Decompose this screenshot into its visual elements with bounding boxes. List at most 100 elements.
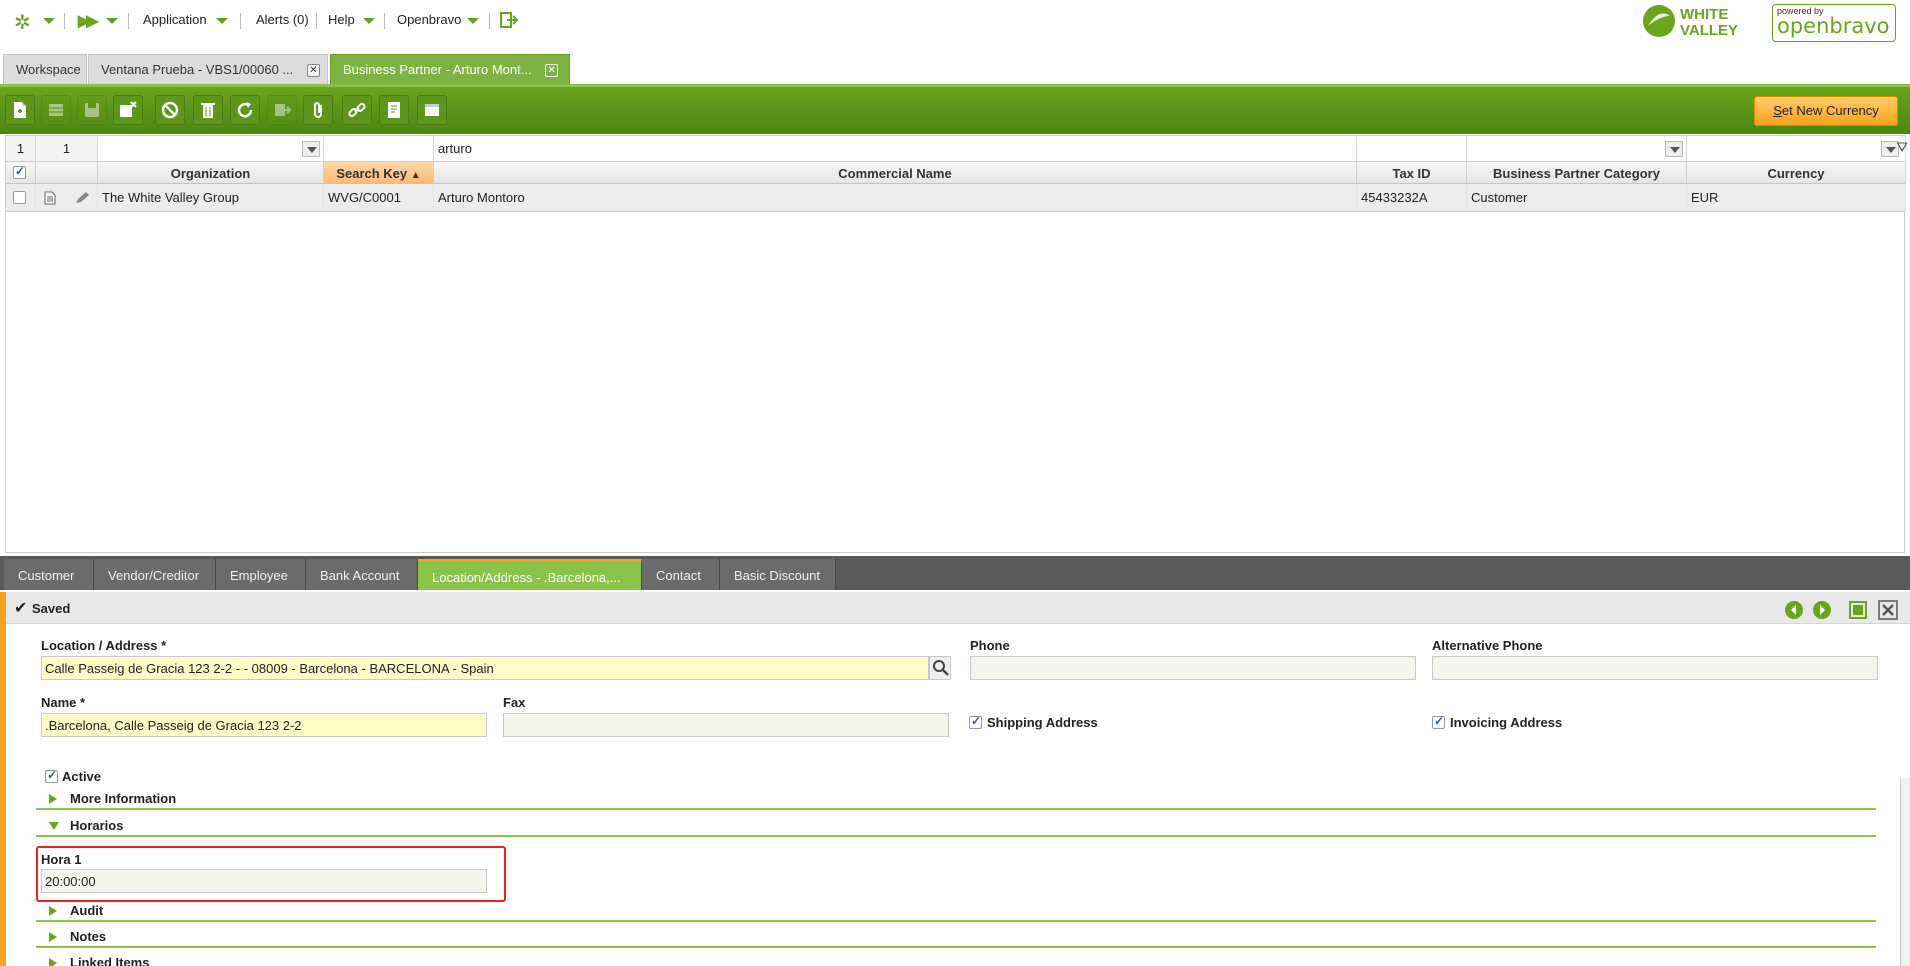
section-horarios[interactable]: Horarios bbox=[36, 815, 1876, 837]
name-label: Name * bbox=[41, 695, 86, 710]
fax-input[interactable] bbox=[503, 713, 949, 737]
row-select-cell[interactable] bbox=[6, 184, 36, 212]
form-view-button[interactable] bbox=[417, 95, 447, 125]
quick-launch-chevron-down-icon[interactable] bbox=[43, 18, 55, 24]
tab-label: Business Partner - Arturo Mont... bbox=[343, 62, 532, 77]
section-linked-items[interactable]: Linked Items bbox=[36, 952, 1876, 966]
alerts-link[interactable]: Alerts (0) bbox=[256, 12, 309, 27]
tab-label: Ventana Prueba - VBS1/00060 ... bbox=[101, 62, 294, 77]
set-new-currency-prefix: S bbox=[1773, 103, 1782, 118]
next-record-icon[interactable] bbox=[1812, 600, 1832, 620]
subtab-contact[interactable]: Contact bbox=[642, 559, 720, 590]
section-label: Horarios bbox=[70, 818, 124, 833]
shipping-address-label: Shipping Address bbox=[987, 715, 1098, 730]
close-icon[interactable]: ✕ bbox=[545, 64, 559, 77]
separator bbox=[384, 13, 385, 29]
help-menu[interactable]: Help bbox=[328, 12, 355, 27]
openbravo-chevron-down-icon[interactable] bbox=[467, 18, 479, 24]
quick-launch-icon[interactable]: ✲ bbox=[14, 10, 31, 35]
separator bbox=[316, 13, 317, 29]
export-icon bbox=[275, 104, 292, 116]
application-chevron-down-icon[interactable] bbox=[216, 18, 228, 24]
location-input[interactable]: Calle Passeig de Gracia 123 2-2 - - 0800… bbox=[41, 656, 929, 680]
subtab-employee[interactable]: Employee bbox=[216, 559, 306, 590]
filter-organization[interactable] bbox=[98, 136, 324, 162]
invoicing-address-checkbox[interactable] bbox=[1432, 714, 1445, 729]
save-button[interactable] bbox=[77, 95, 107, 125]
delete-button[interactable] bbox=[193, 95, 223, 125]
chevron-down-icon[interactable] bbox=[1665, 141, 1683, 157]
set-new-currency-button[interactable]: Set New Currency bbox=[1754, 96, 1898, 126]
column-header-organization[interactable]: Organization bbox=[98, 162, 324, 184]
close-icon[interactable]: ✕ bbox=[306, 64, 320, 77]
save-icon bbox=[85, 103, 99, 117]
chevron-down-icon[interactable] bbox=[302, 141, 320, 157]
column-header-search-key[interactable]: Search Key ▲ bbox=[324, 162, 434, 184]
delete-icon bbox=[201, 103, 215, 118]
toolbar: Set New Currency bbox=[0, 84, 1910, 134]
name-input[interactable]: .Barcelona, Calle Passeig de Gracia 123 … bbox=[41, 713, 487, 737]
filter-commercial-name[interactable]: arturo bbox=[434, 136, 1357, 162]
open-form-icon[interactable] bbox=[44, 191, 56, 205]
column-header-label: Search Key bbox=[336, 166, 408, 181]
expand-arrow-icon bbox=[49, 794, 57, 804]
invoicing-address-label: Invoicing Address bbox=[1450, 715, 1563, 730]
openbravo-menu[interactable]: Openbravo bbox=[397, 12, 461, 27]
tab-business-partner[interactable]: Business Partner - Arturo Mont... ✕ bbox=[330, 54, 570, 84]
column-header-category[interactable]: Business Partner Category bbox=[1467, 162, 1687, 184]
logout-icon[interactable] bbox=[500, 12, 518, 28]
select-all-checkbox[interactable] bbox=[13, 164, 26, 179]
filter-category[interactable] bbox=[1467, 136, 1687, 162]
audit-button[interactable] bbox=[379, 95, 409, 125]
shipping-address-checkbox[interactable] bbox=[969, 714, 982, 729]
section-label: Notes bbox=[70, 929, 107, 944]
section-notes[interactable]: Notes bbox=[36, 926, 1876, 948]
subtab-bank-account[interactable]: Bank Account bbox=[306, 559, 418, 590]
column-header-commercial-name[interactable]: Commercial Name bbox=[434, 162, 1357, 184]
tab-workspace[interactable]: Workspace bbox=[3, 54, 87, 84]
funnel-icon[interactable]: ⛛ bbox=[1896, 139, 1908, 156]
subtab-vendor-creditor[interactable]: Vendor/Creditor bbox=[94, 559, 216, 590]
row-checkbox[interactable] bbox=[13, 191, 26, 204]
active-checkbox[interactable] bbox=[45, 768, 58, 783]
maximize-icon[interactable] bbox=[1848, 600, 1868, 620]
phone-input[interactable] bbox=[970, 656, 1416, 680]
close-form-icon[interactable] bbox=[1878, 600, 1898, 620]
tab-label: Workspace bbox=[16, 62, 81, 77]
save-close-icon bbox=[120, 101, 137, 117]
refresh-button[interactable] bbox=[230, 95, 260, 125]
application-menu[interactable]: Application bbox=[143, 12, 207, 27]
export-button[interactable] bbox=[267, 95, 297, 125]
section-more-information[interactable]: More Information bbox=[36, 788, 1876, 810]
save-close-button[interactable] bbox=[113, 95, 143, 125]
column-header-tax-id[interactable]: Tax ID bbox=[1357, 162, 1467, 184]
child-tabset: Customer Vendor/Creditor Employee Bank A… bbox=[0, 556, 1910, 590]
attachment-button[interactable] bbox=[303, 95, 333, 125]
grid-view-button[interactable] bbox=[41, 95, 71, 125]
quick-create-icon[interactable]: ▶▶ bbox=[78, 11, 99, 31]
alternative-phone-input[interactable] bbox=[1432, 656, 1878, 680]
new-document-button[interactable] bbox=[5, 95, 35, 125]
tab-ventana-prueba[interactable]: Ventana Prueba - VBS1/00060 ... ✕ bbox=[88, 54, 328, 84]
filter-currency[interactable] bbox=[1687, 136, 1906, 162]
previous-record-icon[interactable] bbox=[1784, 600, 1804, 620]
filter-search-key[interactable] bbox=[324, 136, 434, 162]
link-icon bbox=[348, 102, 366, 118]
cell-currency: EUR bbox=[1687, 184, 1906, 212]
undo-button[interactable] bbox=[155, 95, 185, 125]
section-audit[interactable]: Audit bbox=[36, 900, 1876, 922]
location-search-button[interactable] bbox=[929, 656, 951, 680]
cell-category: Customer bbox=[1467, 184, 1687, 212]
select-all-header[interactable] bbox=[6, 162, 36, 184]
row-count-cell: 1 bbox=[6, 136, 36, 162]
quick-create-chevron-down-icon[interactable] bbox=[106, 18, 118, 24]
filter-tax-id[interactable] bbox=[1357, 136, 1467, 162]
subtab-customer[interactable]: Customer bbox=[4, 559, 94, 590]
form-scrollbar[interactable] bbox=[1900, 778, 1910, 966]
edit-pencil-icon[interactable] bbox=[74, 191, 90, 205]
link-button[interactable] bbox=[342, 95, 372, 125]
help-chevron-down-icon[interactable] bbox=[363, 18, 375, 24]
subtab-location-address[interactable]: Location/Address - .Barcelona,... bbox=[418, 559, 642, 590]
subtab-basic-discount[interactable]: Basic Discount bbox=[720, 559, 836, 590]
column-header-currency[interactable]: Currency bbox=[1687, 162, 1906, 184]
